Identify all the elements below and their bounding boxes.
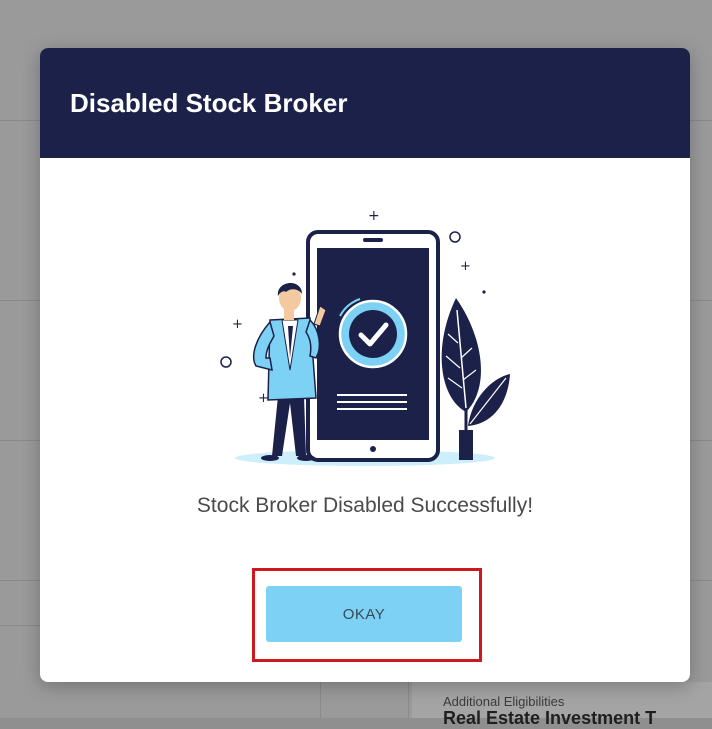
svg-text:+: + [258, 391, 269, 406]
background-divider [0, 440, 40, 441]
background-divider [0, 625, 40, 626]
background-divider [0, 120, 40, 121]
svg-text:+: + [232, 317, 243, 332]
okay-button[interactable]: OKAY [266, 586, 462, 642]
success-dialog: Disabled Stock Broker + + + + Stock Brok… [40, 48, 690, 682]
background-divider [0, 300, 40, 301]
dialog-title: Disabled Stock Broker [70, 87, 348, 118]
background-divider [690, 120, 712, 121]
svg-text:+: + [368, 208, 380, 224]
svg-text:+: + [460, 259, 471, 274]
dialog-header: Disabled Stock Broker [40, 48, 690, 158]
background-divider [690, 440, 712, 441]
background-divider [690, 300, 712, 301]
background-divider [0, 580, 40, 581]
background-divider [690, 580, 712, 581]
background-section-label: Additional Eligibilities [443, 694, 565, 709]
background-divider [320, 682, 321, 718]
success-phone-check-illustration: + + + + [220, 208, 510, 466]
background-divider [408, 682, 409, 718]
background-section-heading: Real Estate Investment T [443, 708, 657, 728]
success-message: Stock Broker Disabled Successfully! [196, 494, 534, 517]
